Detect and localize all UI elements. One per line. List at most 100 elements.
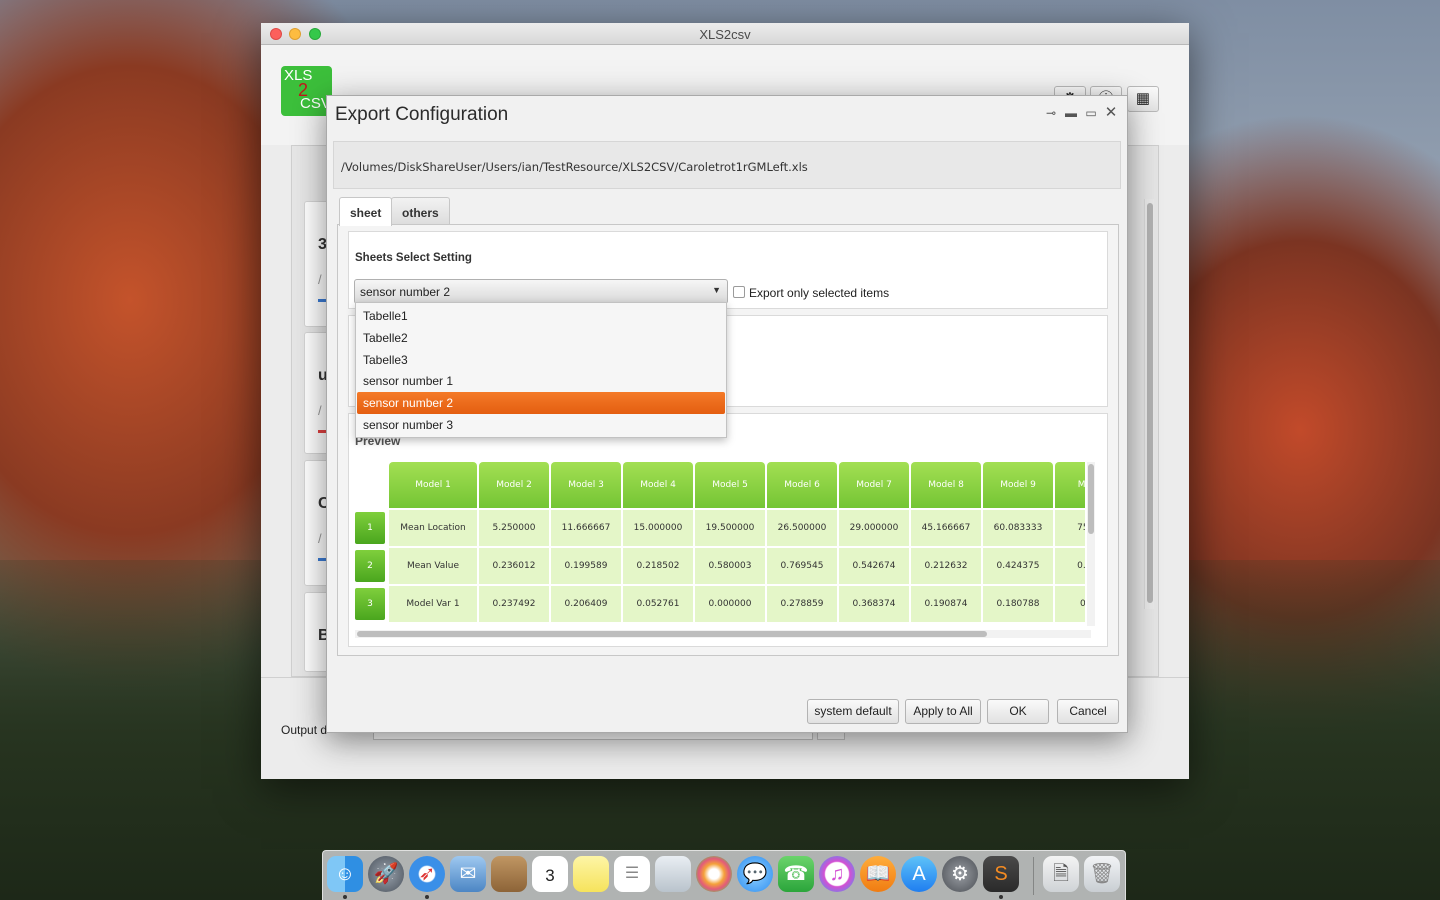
sheets-select-title: Sheets Select Setting	[355, 252, 472, 264]
layout-button[interactable]: ▦	[1127, 86, 1159, 112]
table-cell[interactable]: 5.250000	[479, 510, 549, 546]
table-cell[interactable]: 0.190874	[911, 586, 981, 622]
dropdown-option[interactable]: Tabelle2	[357, 327, 725, 349]
table-cell[interactable]: 19.500000	[695, 510, 765, 546]
export-only-selected-label[interactable]: Export only selected items	[749, 286, 889, 300]
minimize-icon[interactable]: ▬	[1063, 106, 1079, 120]
photos-icon[interactable]	[696, 856, 732, 892]
dropdown-option[interactable]: Tabelle1	[357, 305, 725, 327]
notes-book-icon[interactable]	[491, 856, 527, 892]
table-cell[interactable]: 29.000000	[839, 510, 909, 546]
table-cell[interactable]: 60.083333	[983, 510, 1053, 546]
trash-icon[interactable]: 🗑	[1084, 856, 1120, 892]
dropdown-option[interactable]: Tabelle3	[357, 349, 725, 371]
itunes-icon[interactable]: ♫	[819, 856, 855, 892]
column-header[interactable]: Model 6	[767, 462, 837, 508]
chevron-down-icon: ▼	[712, 285, 721, 295]
table-cell[interactable]: 0.000000	[695, 586, 765, 622]
pin-icon[interactable]: ⊸	[1043, 106, 1059, 120]
dropdown-option[interactable]: sensor number 3	[357, 414, 725, 436]
sublime-text-icon[interactable]: S	[983, 856, 1019, 892]
dialog-title: Export Configuration	[335, 104, 509, 125]
progress-bar	[318, 558, 326, 561]
ok-button[interactable]: OK	[987, 699, 1049, 724]
preview-grid[interactable]: Model 1 Model 2 Model 3 Model 4 Model 5 Model…	[355, 462, 1085, 624]
table-cell[interactable]: Mean Value	[389, 548, 477, 584]
app-scrollbar[interactable]	[1144, 199, 1154, 609]
table-cell[interactable]: 0.218502	[623, 548, 693, 584]
sheets-select-section: Sheets Select Setting sensor number 2 ▼ …	[348, 231, 1108, 309]
running-indicator	[425, 895, 429, 899]
column-header[interactable]: Model 2	[479, 462, 549, 508]
column-header[interactable]: Model 9	[983, 462, 1053, 508]
documents-icon[interactable]: 🗎	[1043, 856, 1079, 892]
calendar-icon[interactable]: 3	[532, 856, 568, 892]
row-number[interactable]: 3	[355, 588, 385, 620]
running-indicator	[999, 895, 1003, 899]
facetime-icon[interactable]: ☎	[778, 856, 814, 892]
grid-icon: ▦	[1135, 90, 1151, 107]
sheet-select-combobox[interactable]: sensor number 2 ▼	[354, 279, 728, 304]
mail-icon[interactable]: ✉	[450, 856, 486, 892]
column-header[interactable]: Model 8	[911, 462, 981, 508]
notes-icon[interactable]	[573, 856, 609, 892]
table-cell[interactable]: 0.394	[1055, 548, 1085, 584]
system-default-button[interactable]: system default	[807, 699, 899, 724]
table-cell[interactable]: 0.212632	[911, 548, 981, 584]
table-cell[interactable]: 75.38	[1055, 510, 1085, 546]
reminders-icon[interactable]: ☰	[614, 856, 650, 892]
column-header[interactable]: Model 3	[551, 462, 621, 508]
progress-bar	[318, 430, 326, 433]
column-header[interactable]: Model 7	[839, 462, 909, 508]
tab-others[interactable]: others	[391, 197, 450, 225]
table-cell[interactable]: Mean Location	[389, 510, 477, 546]
table-cell[interactable]: Model Var 1	[389, 586, 477, 622]
output-dir-label: Output d	[281, 723, 328, 737]
preview-horizontal-scrollbar[interactable]	[355, 630, 1091, 638]
table-cell[interactable]: 0.237492	[479, 586, 549, 622]
dropdown-option-selected[interactable]: sensor number 2	[357, 392, 725, 414]
table-cell[interactable]: 0.769545	[767, 548, 837, 584]
combo-value: sensor number 2	[360, 285, 451, 299]
table-cell[interactable]: 11.666667	[551, 510, 621, 546]
table-cell[interactable]: 26.500000	[767, 510, 837, 546]
column-header[interactable]: Model 1	[389, 462, 477, 508]
cancel-button[interactable]: Cancel	[1057, 699, 1119, 724]
tab-sheet[interactable]: sheet	[339, 197, 393, 226]
table-cell[interactable]: 0.180788	[983, 586, 1053, 622]
row-number[interactable]: 1	[355, 512, 385, 544]
table-cell[interactable]: 0.424375	[983, 548, 1053, 584]
messages-icon[interactable]: 💬	[737, 856, 773, 892]
preview-icon[interactable]	[655, 856, 691, 892]
app-store-icon[interactable]: A	[901, 856, 937, 892]
table-cell[interactable]: 0.206409	[551, 586, 621, 622]
system-preferences-icon[interactable]: ⚙	[942, 856, 978, 892]
maximize-icon[interactable]: ▭	[1083, 106, 1099, 120]
table-cell[interactable]: 0.368374	[839, 586, 909, 622]
file-path-bar: /Volumes/DiskShareUser/Users/ian/TestRes…	[333, 141, 1121, 189]
apply-to-all-button[interactable]: Apply to All	[905, 699, 981, 724]
table-cell[interactable]: 0.580003	[695, 548, 765, 584]
finder-icon[interactable]: ☺	[327, 856, 363, 892]
table-cell[interactable]: 15.000000	[623, 510, 693, 546]
app-titlebar: XLS2csv	[261, 23, 1189, 45]
table-cell[interactable]: 0.052761	[623, 586, 693, 622]
column-header[interactable]: Model 4	[623, 462, 693, 508]
table-cell[interactable]: 0.542674	[839, 548, 909, 584]
export-only-selected-checkbox[interactable]	[733, 286, 745, 298]
table-cell[interactable]: 0.09	[1055, 586, 1085, 622]
preview-vertical-scrollbar[interactable]	[1087, 462, 1095, 626]
dropdown-option[interactable]: sensor number 1	[357, 370, 725, 392]
table-cell[interactable]: 0.236012	[479, 548, 549, 584]
table-cell[interactable]: 0.199589	[551, 548, 621, 584]
ibooks-icon[interactable]: 📖	[860, 856, 896, 892]
launchpad-icon[interactable]: 🚀	[368, 856, 404, 892]
safari-icon[interactable]: ➶	[409, 856, 445, 892]
sheet-select-dropdown: Tabelle1 Tabelle2 Tabelle3 sensor number…	[355, 302, 727, 438]
column-header[interactable]: Model 5	[695, 462, 765, 508]
column-header[interactable]: Mode	[1055, 462, 1085, 508]
table-cell[interactable]: 45.166667	[911, 510, 981, 546]
row-number[interactable]: 2	[355, 550, 385, 582]
table-cell[interactable]: 0.278859	[767, 586, 837, 622]
close-icon[interactable]: ✕	[1103, 103, 1119, 121]
